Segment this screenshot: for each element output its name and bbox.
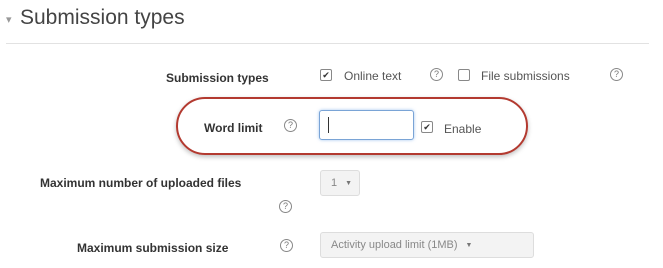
max-size-value: Activity upload limit (1MB) [331, 239, 458, 251]
help-icon[interactable]: ? [430, 68, 443, 81]
word-limit-enable-checkbox[interactable]: ✔ [421, 121, 433, 133]
max-size-label: Maximum submission size [77, 241, 229, 255]
section-title[interactable]: Submission types [20, 6, 185, 30]
help-icon[interactable]: ? [610, 68, 623, 81]
section-divider [6, 43, 649, 44]
online-text-label[interactable]: Online text [344, 69, 401, 83]
word-limit-enable-label[interactable]: Enable [444, 122, 481, 136]
submission-types-label: Submission types [166, 71, 269, 85]
dropdown-arrow-icon: ▼ [345, 179, 353, 187]
help-icon[interactable]: ? [280, 239, 293, 252]
section-header[interactable]: ▾ Submission types [6, 6, 185, 30]
help-icon[interactable]: ? [279, 200, 292, 213]
collapse-chevron-icon[interactable]: ▾ [6, 13, 20, 26]
text-cursor [328, 117, 329, 133]
file-submissions-label[interactable]: File submissions [481, 69, 570, 83]
max-files-value: 1 [331, 177, 338, 189]
word-limit-label: Word limit [204, 121, 263, 135]
dropdown-arrow-icon: ▼ [465, 241, 473, 249]
max-files-select[interactable]: 1 ▼ [320, 170, 360, 196]
word-limit-input[interactable] [319, 110, 414, 140]
max-files-label: Maximum number of uploaded files [40, 176, 242, 190]
help-icon[interactable]: ? [284, 119, 297, 132]
online-text-checkbox[interactable]: ✔ [320, 69, 332, 81]
file-submissions-checkbox[interactable] [458, 69, 470, 81]
max-size-select[interactable]: Activity upload limit (1MB) ▼ [320, 232, 534, 258]
